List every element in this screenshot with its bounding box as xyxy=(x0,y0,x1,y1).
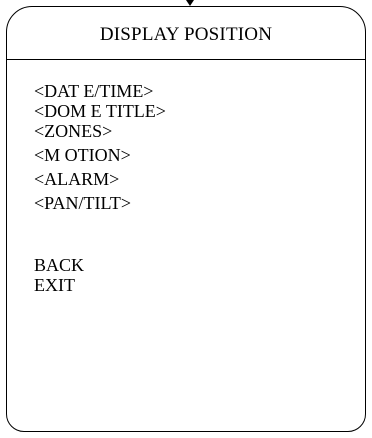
menu-item-zones[interactable]: <ZONES> xyxy=(34,121,166,141)
menu-item-pan-tilt[interactable]: <PAN/TILT> xyxy=(34,193,166,213)
menu-item-exit[interactable]: EXIT xyxy=(34,275,166,295)
menu-item-date-time[interactable]: <DAT E/TIME> xyxy=(34,81,166,101)
menu-options-list: <DAT E/TIME> <DOM E TITLE> <ZONES> <M OT… xyxy=(34,81,166,295)
menu-item-dome-title[interactable]: <DOM E TITLE> xyxy=(34,101,166,121)
display-position-menu: DISPLAY POSITION <DAT E/TIME> <DOM E TIT… xyxy=(6,6,366,432)
menu-item-back[interactable]: BACK xyxy=(34,255,166,275)
menu-item-alarm[interactable]: <ALARM> xyxy=(34,169,166,189)
menu-item-motion[interactable]: <M OTION> xyxy=(34,145,166,165)
menu-title-bar: DISPLAY POSITION xyxy=(7,7,365,60)
menu-title: DISPLAY POSITION xyxy=(99,24,273,45)
